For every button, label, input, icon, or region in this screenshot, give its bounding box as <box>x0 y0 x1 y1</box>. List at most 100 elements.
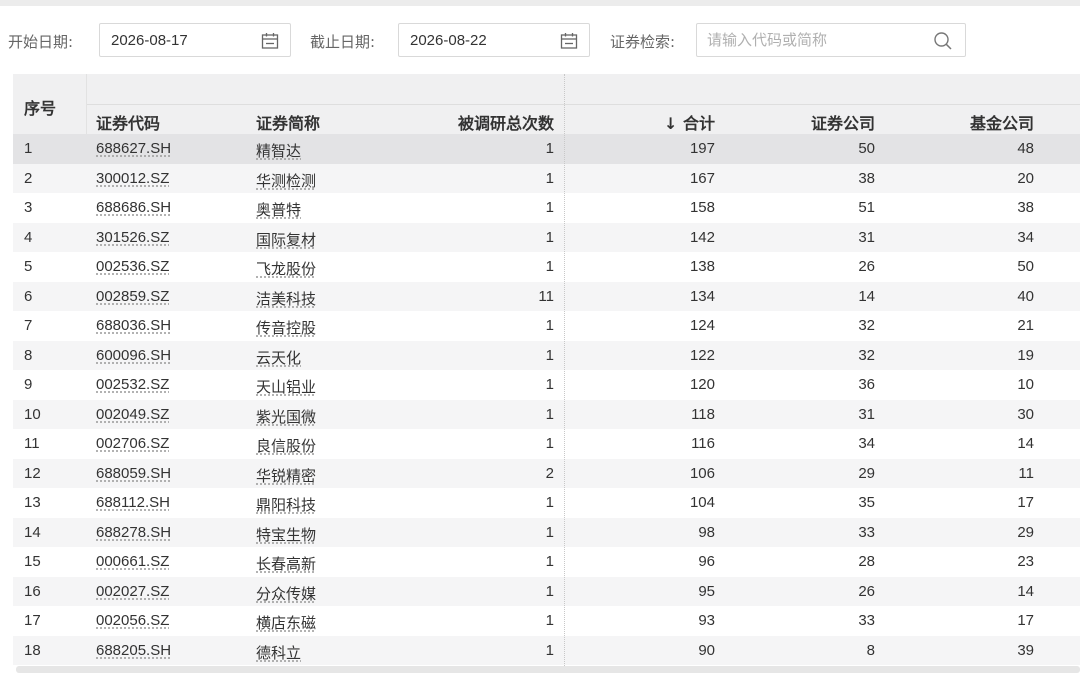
table-row[interactable]: 12 688059.SH 华锐精密 2 106 29 11 <box>13 458 1080 488</box>
cell-code[interactable]: 002706.SZ <box>96 435 169 452</box>
table-row[interactable]: 9 002532.SZ 天山铝业 1 120 36 10 <box>13 370 1080 400</box>
cell-name[interactable]: 洁美科技 <box>256 288 316 309</box>
cell-code[interactable]: 688686.SH <box>96 199 171 216</box>
cell-name[interactable]: 鼎阳科技 <box>256 494 316 515</box>
cell-name[interactable]: 良信股份 <box>256 435 316 456</box>
table-row[interactable]: 7 688036.SH 传音控股 1 124 32 21 <box>13 311 1080 341</box>
horizontal-scrollbar[interactable] <box>16 666 1080 673</box>
cell-name[interactable]: 奥普特 <box>256 199 301 220</box>
table-row[interactable]: 2 300012.SZ 华测检测 1 167 38 20 <box>13 163 1080 193</box>
cell-securities: 31 <box>858 228 875 246</box>
cell-times: 1 <box>545 582 554 600</box>
cell-code[interactable]: 002027.SZ <box>96 583 169 600</box>
cell-name[interactable]: 分众传媒 <box>256 583 316 604</box>
cell-index: 14 <box>24 523 41 541</box>
cell-name[interactable]: 横店东磁 <box>256 612 316 633</box>
cell-code[interactable]: 002056.SZ <box>96 612 169 629</box>
cell-name[interactable]: 德科立 <box>256 642 301 663</box>
cell-code[interactable]: 002532.SZ <box>96 376 169 393</box>
search-box[interactable] <box>696 23 966 57</box>
cell-securities: 29 <box>858 464 875 482</box>
table-row[interactable]: 14 688278.SH 特宝生物 1 98 33 29 <box>13 517 1080 547</box>
table-row[interactable]: 10 002049.SZ 紫光国微 1 118 31 30 <box>13 399 1080 429</box>
frozen-divider <box>564 74 565 666</box>
cell-name[interactable]: 飞龙股份 <box>256 258 316 279</box>
cell-code[interactable]: 600096.SH <box>96 347 171 364</box>
calendar-icon[interactable] <box>559 31 579 51</box>
cell-name[interactable]: 天山铝业 <box>256 376 316 397</box>
cell-code[interactable]: 301526.SZ <box>96 229 169 246</box>
table-row[interactable]: 8 600096.SH 云天化 1 122 32 19 <box>13 340 1080 370</box>
cell-total: 95 <box>698 582 715 600</box>
cell-code[interactable]: 688205.SH <box>96 642 171 659</box>
cell-fund: 38 <box>1017 199 1034 216</box>
cell-times: 11 <box>538 287 554 305</box>
cell-code[interactable]: 000661.SZ <box>96 553 169 570</box>
header-name[interactable]: 证券简称 <box>256 110 320 134</box>
cell-times: 1 <box>545 523 554 541</box>
cell-total: 197 <box>689 140 715 157</box>
search-icon[interactable] <box>933 31 953 51</box>
cell-code[interactable]: 002049.SZ <box>96 406 169 423</box>
cell-code[interactable]: 688627.SH <box>96 140 171 157</box>
search-input[interactable] <box>707 24 907 56</box>
cell-code[interactable]: 688278.SH <box>96 524 171 541</box>
table-row[interactable]: 4 301526.SZ 国际复材 1 142 31 34 <box>13 222 1080 252</box>
cell-code[interactable]: 002859.SZ <box>96 288 169 305</box>
cell-name[interactable]: 紫光国微 <box>256 406 316 427</box>
cell-total: 158 <box>689 199 715 216</box>
table-row[interactable]: 13 688112.SH 鼎阳科技 1 104 35 17 <box>13 488 1080 518</box>
header-code[interactable]: 证券代码 <box>96 110 160 134</box>
cell-index: 7 <box>24 317 33 334</box>
cell-code[interactable]: 300012.SZ <box>96 170 169 187</box>
cell-index: 11 <box>24 435 40 452</box>
cell-name[interactable]: 特宝生物 <box>256 524 316 545</box>
cell-name[interactable]: 传音控股 <box>256 317 316 338</box>
table-row[interactable]: 6 002859.SZ 洁美科技 11 134 14 40 <box>13 281 1080 311</box>
cell-fund: 40 <box>1017 287 1034 305</box>
cell-name[interactable]: 云天化 <box>256 347 301 368</box>
header-total[interactable]: ↓ 合计 <box>664 110 715 134</box>
calendar-icon[interactable] <box>260 31 280 51</box>
end-date-field[interactable]: 2026-08-22 <box>398 23 590 57</box>
header-fund[interactable]: 基金公司 <box>970 110 1034 134</box>
table-row[interactable]: 11 002706.SZ 良信股份 1 116 34 14 <box>13 429 1080 459</box>
cell-code[interactable]: 688059.SH <box>96 465 171 482</box>
cell-securities: 35 <box>858 494 875 511</box>
cell-fund: 11 <box>1018 464 1034 482</box>
cell-code[interactable]: 002536.SZ <box>96 258 169 275</box>
cell-times: 1 <box>545 376 554 393</box>
table-row[interactable]: 18 688205.SH 德科立 1 90 8 39 <box>13 635 1080 665</box>
header-index[interactable]: 序号 <box>24 95 56 119</box>
cell-name[interactable]: 国际复材 <box>256 229 316 250</box>
cell-total: 118 <box>691 405 715 423</box>
research-table: 序号 证券代码 证券简称 被调研总次数 ↓ 合计 证券公司 基金公司 1 6886… <box>13 74 1080 666</box>
table-row[interactable]: 5 002536.SZ 飞龙股份 1 138 26 50 <box>13 252 1080 282</box>
cell-total: 98 <box>698 523 715 541</box>
cell-code[interactable]: 688112.SH <box>96 494 170 511</box>
cell-fund: 21 <box>1017 317 1034 334</box>
table-row[interactable]: 17 002056.SZ 横店东磁 1 93 33 17 <box>13 606 1080 636</box>
cell-name[interactable]: 华测检测 <box>256 170 316 191</box>
table-row[interactable]: 1 688627.SH 精智达 1 197 50 48 <box>13 134 1080 164</box>
cell-name[interactable]: 长春高新 <box>256 553 316 574</box>
cell-index: 6 <box>24 287 33 305</box>
cell-times: 1 <box>545 140 554 157</box>
cell-name[interactable]: 精智达 <box>256 140 301 161</box>
table-row[interactable]: 3 688686.SH 奥普特 1 158 51 38 <box>13 193 1080 223</box>
cell-total: 116 <box>691 435 715 452</box>
cell-index: 16 <box>24 582 41 600</box>
cell-times: 1 <box>545 317 554 334</box>
cell-times: 1 <box>545 494 554 511</box>
header-securities[interactable]: 证券公司 <box>811 110 875 134</box>
start-date-field[interactable]: 2026-08-17 <box>99 23 291 57</box>
table-row[interactable]: 16 002027.SZ 分众传媒 1 95 26 14 <box>13 576 1080 606</box>
table-row[interactable]: 15 000661.SZ 长春高新 1 96 28 23 <box>13 547 1080 577</box>
header-times[interactable]: 被调研总次数 <box>458 110 554 134</box>
cell-code[interactable]: 688036.SH <box>96 317 171 334</box>
cell-name[interactable]: 华锐精密 <box>256 465 316 486</box>
cell-securities: 31 <box>858 405 875 423</box>
filter-bar: 开始日期: 2026-08-17 截止日期: 2026-08-22 证券检索: <box>0 23 1080 57</box>
cell-securities: 26 <box>858 582 875 600</box>
cell-index: 4 <box>24 228 33 246</box>
